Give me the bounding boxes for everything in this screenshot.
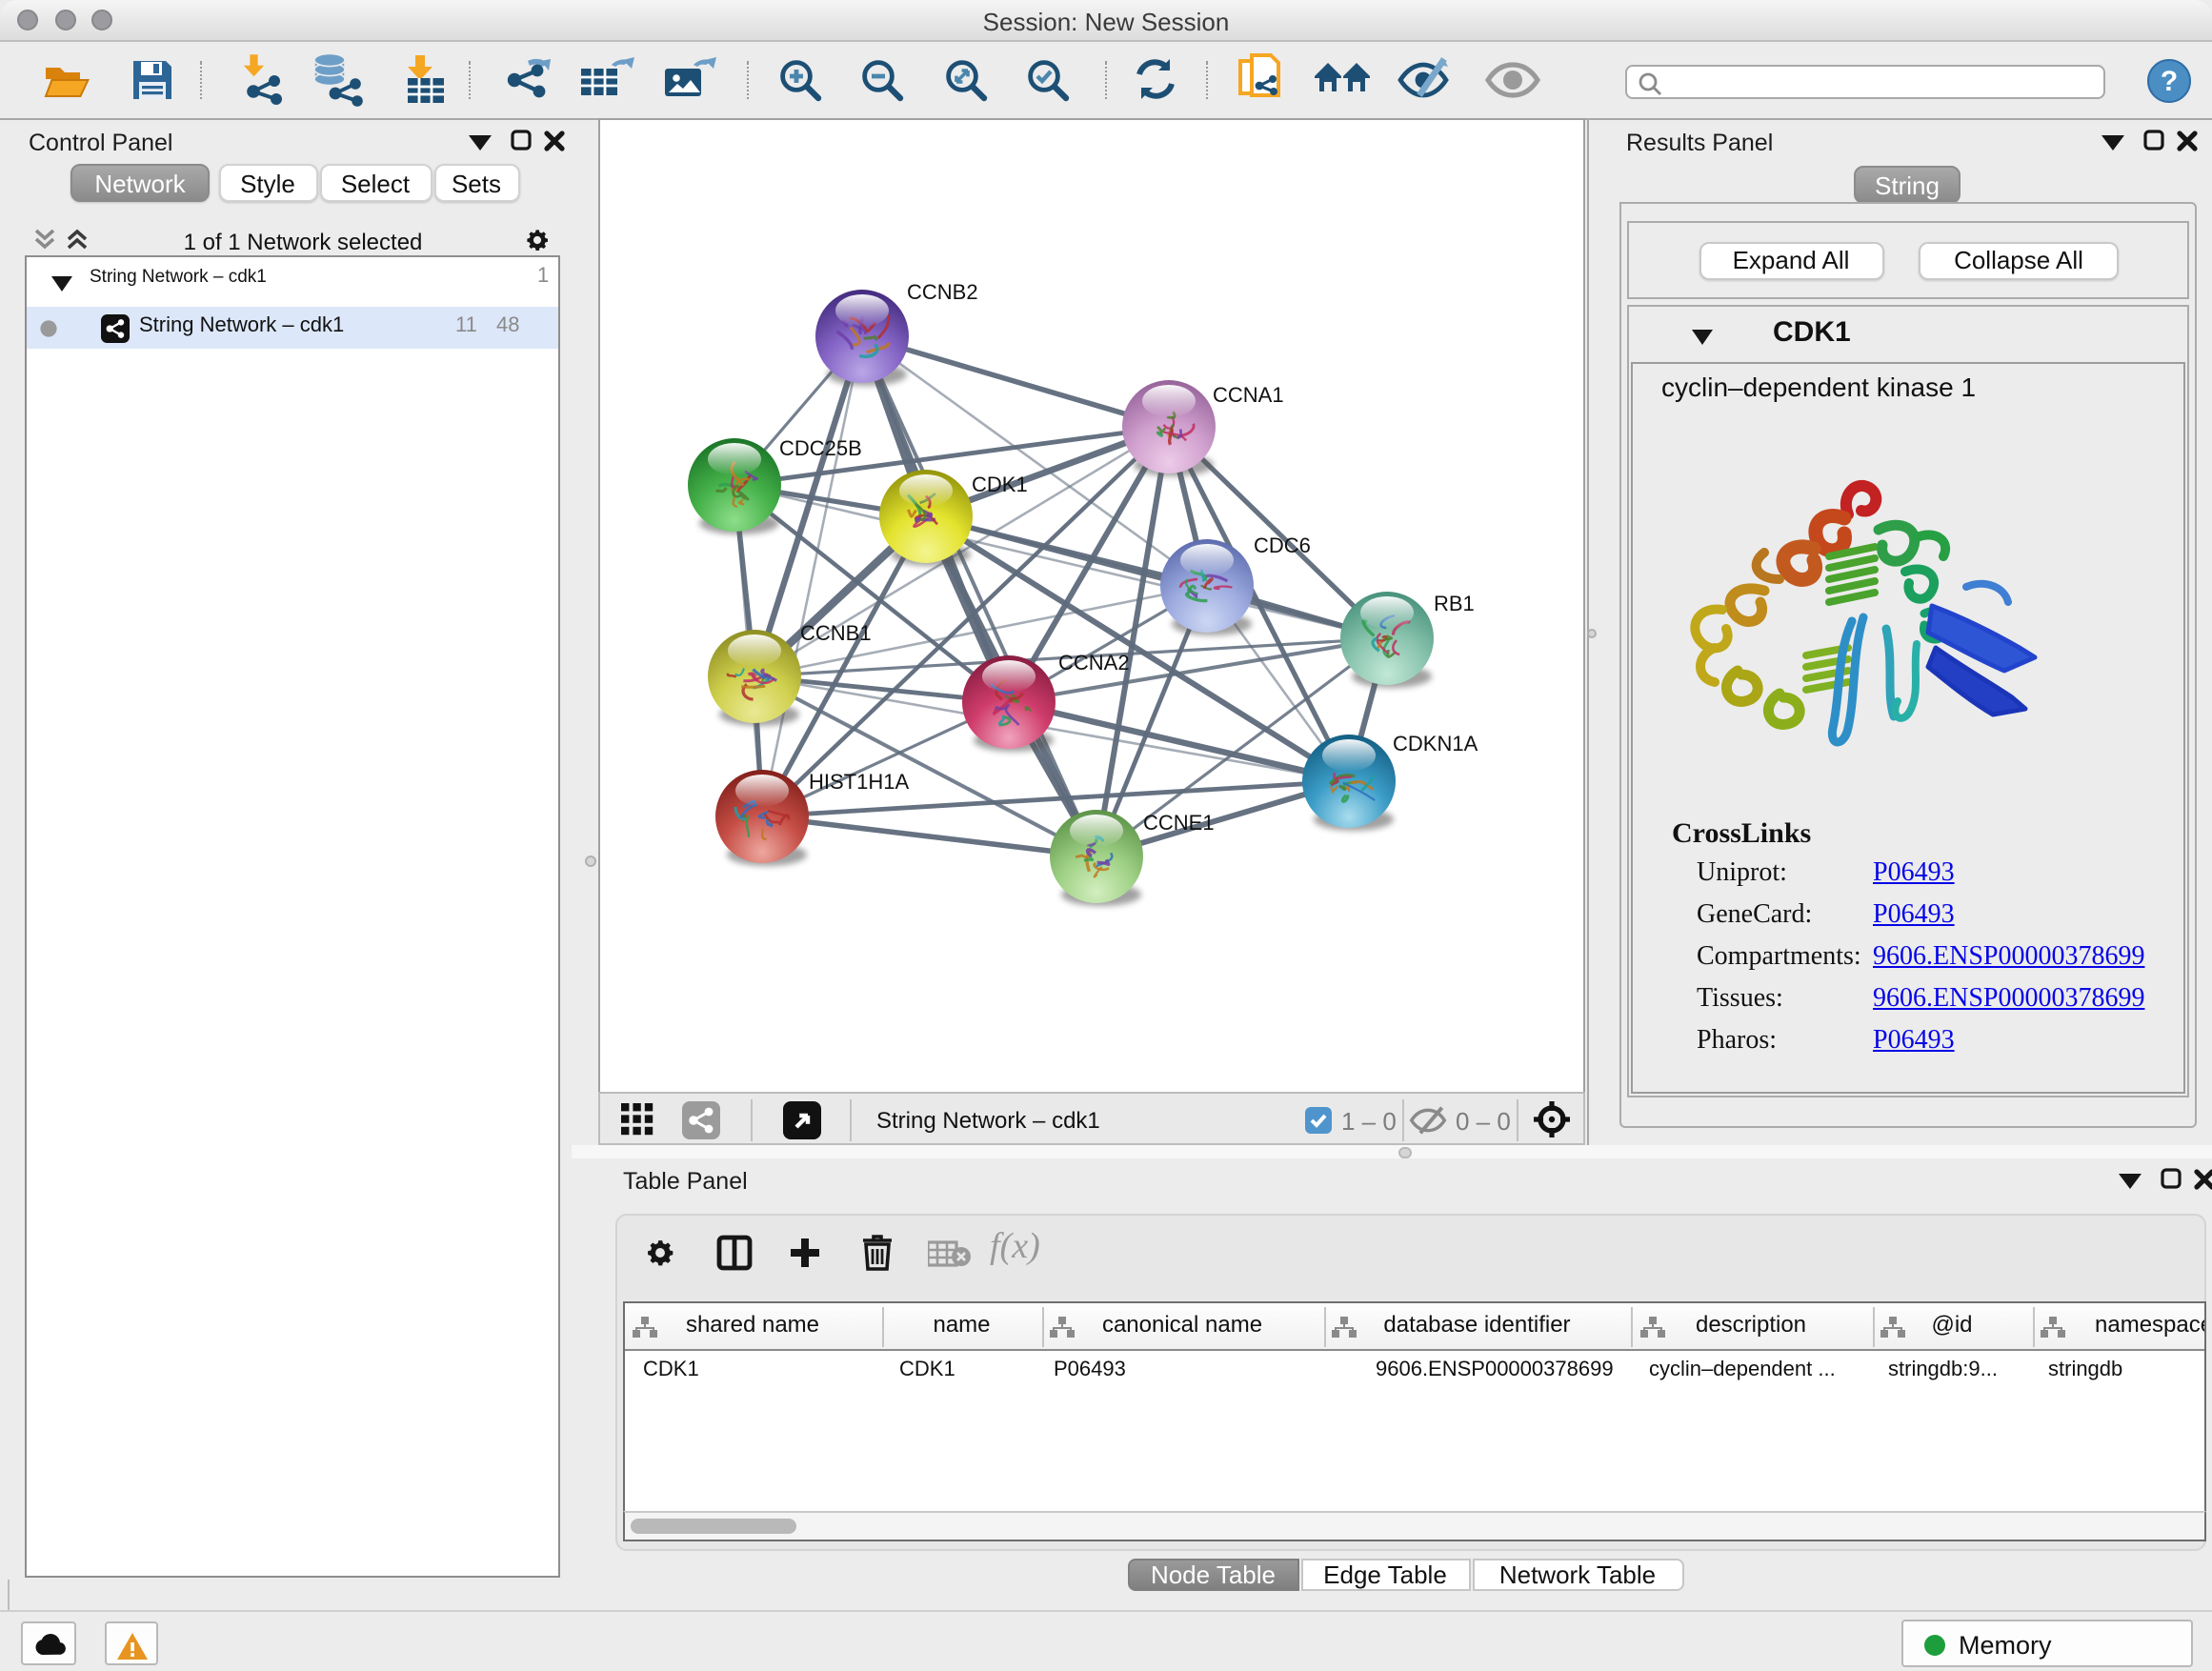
svg-text:CCNB1: CCNB1 bbox=[800, 621, 872, 645]
svg-text:CDC25B: CDC25B bbox=[779, 436, 862, 460]
svg-text:HIST1H1A: HIST1H1A bbox=[809, 770, 909, 794]
svg-text:?: ? bbox=[2160, 65, 2177, 96]
svg-text:CCNA1: CCNA1 bbox=[1213, 383, 1284, 407]
svg-text:CCNE1: CCNE1 bbox=[1143, 811, 1215, 835]
svg-text:CDK1: CDK1 bbox=[972, 473, 1028, 496]
svg-text:CDC6: CDC6 bbox=[1254, 534, 1311, 557]
svg-text:CCNB2: CCNB2 bbox=[907, 280, 978, 304]
svg-text:CDKN1A: CDKN1A bbox=[1393, 732, 1478, 755]
svg-text:CCNA2: CCNA2 bbox=[1058, 651, 1130, 674]
svg-text:RB1: RB1 bbox=[1434, 592, 1475, 615]
